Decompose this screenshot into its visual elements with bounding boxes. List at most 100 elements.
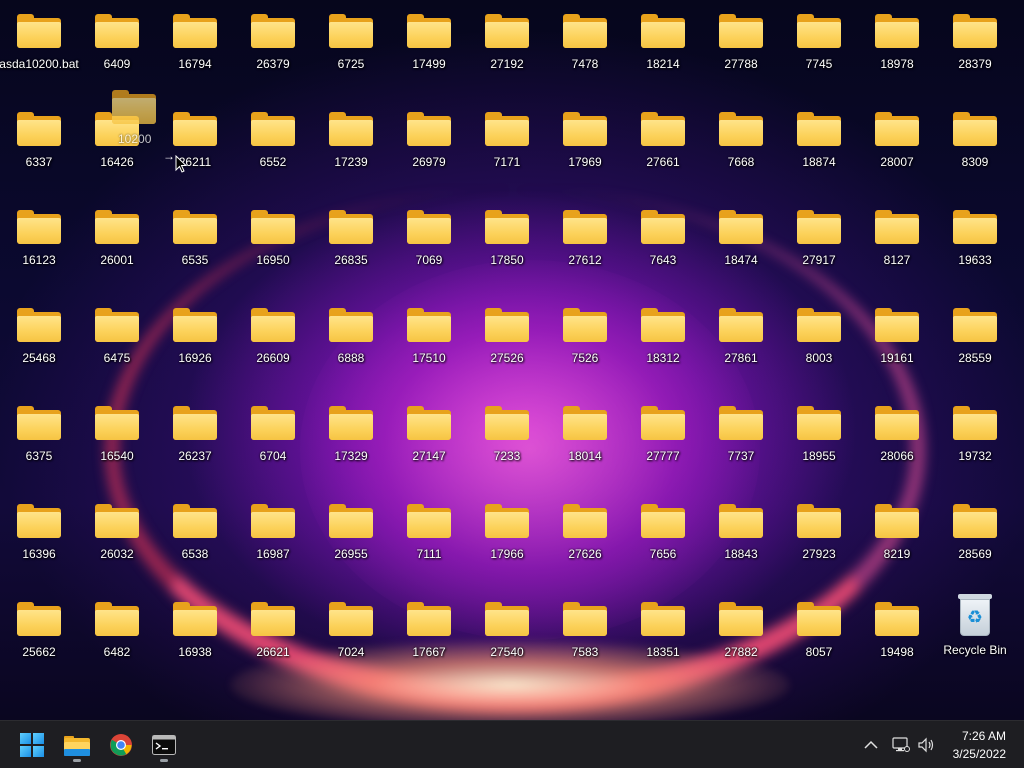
desktop-icon-folder[interactable]: 17850 bbox=[468, 198, 546, 294]
desktop-icon-folder[interactable]: 17510 bbox=[390, 296, 468, 392]
desktop-icon-folder[interactable]: asda10200.bat bbox=[0, 2, 79, 98]
desktop-icon-folder[interactable]: 27788 bbox=[702, 2, 780, 98]
desktop-icon-folder[interactable]: 18312 bbox=[624, 296, 702, 392]
desktop-icon-folder[interactable]: 26979 bbox=[390, 100, 468, 196]
desktop-icon-folder[interactable]: 19498 bbox=[858, 590, 936, 686]
desktop-icon-folder[interactable]: 16987 bbox=[234, 492, 312, 588]
desktop-icon-folder[interactable]: 7526 bbox=[546, 296, 624, 392]
chrome-button[interactable] bbox=[101, 725, 141, 765]
desktop-icon-folder[interactable]: 6888 bbox=[312, 296, 390, 392]
desktop-icon-folder[interactable]: 6409 bbox=[78, 2, 156, 98]
desktop-icon-folder[interactable]: 8057 bbox=[780, 590, 858, 686]
desktop-icon-folder[interactable]: 25468 bbox=[0, 296, 78, 392]
desktop-icon-folder[interactable]: 6538 bbox=[156, 492, 234, 588]
desktop-icon-folder[interactable]: 17667 bbox=[390, 590, 468, 686]
desktop-icon-folder[interactable]: 28569 bbox=[936, 492, 1014, 588]
terminal-button[interactable] bbox=[144, 725, 184, 765]
desktop-icon-folder[interactable]: 19732 bbox=[936, 394, 1014, 490]
desktop-icon-folder[interactable]: 17969 bbox=[546, 100, 624, 196]
desktop-icon-folder[interactable]: 7745 bbox=[780, 2, 858, 98]
desktop-icon-folder[interactable]: 27612 bbox=[546, 198, 624, 294]
desktop-icon-folder[interactable]: 27147 bbox=[390, 394, 468, 490]
desktop-icon-folder[interactable]: 27923 bbox=[780, 492, 858, 588]
folder-icon bbox=[485, 308, 529, 342]
desktop-icon-folder[interactable]: 6704 bbox=[234, 394, 312, 490]
desktop-icon-folder[interactable]: 17966 bbox=[468, 492, 546, 588]
desktop-icon-folder[interactable]: 18014 bbox=[546, 394, 624, 490]
desktop-icon-folder[interactable]: 16123 bbox=[0, 198, 78, 294]
desktop-icon-folder[interactable]: 7656 bbox=[624, 492, 702, 588]
desktop-icon-folder[interactable]: 27540 bbox=[468, 590, 546, 686]
desktop-icon-folder[interactable]: 27526 bbox=[468, 296, 546, 392]
desktop-icon-folder[interactable]: 19633 bbox=[936, 198, 1014, 294]
desktop-icon-folder[interactable]: 7643 bbox=[624, 198, 702, 294]
desktop-icon-folder[interactable]: 18351 bbox=[624, 590, 702, 686]
desktop-icon-folder[interactable]: 6725 bbox=[312, 2, 390, 98]
desktop-icon-folder[interactable]: 27661 bbox=[624, 100, 702, 196]
desktop-icon-folder[interactable]: 6475 bbox=[78, 296, 156, 392]
desktop-icon-folder[interactable]: 27882 bbox=[702, 590, 780, 686]
desktop-icon-folder[interactable]: 27917 bbox=[780, 198, 858, 294]
desktop-icon-folder[interactable]: 26609 bbox=[234, 296, 312, 392]
desktop-icon-folder[interactable]: 27626 bbox=[546, 492, 624, 588]
desktop-icon-folder[interactable]: 16950 bbox=[234, 198, 312, 294]
desktop-icon-folder[interactable]: 26955 bbox=[312, 492, 390, 588]
volume-icon[interactable] bbox=[918, 737, 936, 753]
desktop-icon-folder[interactable]: 6535 bbox=[156, 198, 234, 294]
desktop-icon-folder[interactable]: 7233 bbox=[468, 394, 546, 490]
desktop-icon-folder[interactable]: 7668 bbox=[702, 100, 780, 196]
desktop-icon-folder[interactable]: 26835 bbox=[312, 198, 390, 294]
desktop-icon-folder[interactable]: 7737 bbox=[702, 394, 780, 490]
desktop-icon-folder[interactable]: 28066 bbox=[858, 394, 936, 490]
desktop-icon-folder[interactable]: 16540 bbox=[78, 394, 156, 490]
desktop-icon-folder[interactable]: 17239 bbox=[312, 100, 390, 196]
desktop-icon-folder[interactable]: 7069 bbox=[390, 198, 468, 294]
desktop-icon-folder[interactable]: 27777 bbox=[624, 394, 702, 490]
desktop-icon-folder[interactable]: 7478 bbox=[546, 2, 624, 98]
desktop-icon-folder[interactable]: 17499 bbox=[390, 2, 468, 98]
desktop-icon-folder[interactable]: 8127 bbox=[858, 198, 936, 294]
desktop-icon-folder[interactable]: 25662 bbox=[0, 590, 78, 686]
desktop-icon-folder[interactable]: 27192 bbox=[468, 2, 546, 98]
folder-icon bbox=[17, 406, 61, 440]
desktop-icon-folder[interactable]: 16926 bbox=[156, 296, 234, 392]
desktop-icon-folder[interactable]: 26621 bbox=[234, 590, 312, 686]
chevron-up-icon[interactable] bbox=[864, 740, 878, 750]
desktop-icon-folder[interactable]: 16396 bbox=[0, 492, 78, 588]
desktop-icon-folder[interactable]: 6375 bbox=[0, 394, 78, 490]
desktop-icon-folder[interactable]: 8219 bbox=[858, 492, 936, 588]
desktop-icon-folder[interactable]: 26211 bbox=[156, 100, 234, 196]
desktop-icon-recycle-bin[interactable]: ♻ Recycle Bin bbox=[936, 590, 1014, 686]
desktop-icon-folder[interactable]: 28007 bbox=[858, 100, 936, 196]
desktop-icon-folder[interactable]: 18955 bbox=[780, 394, 858, 490]
desktop-icon-folder[interactable]: 27861 bbox=[702, 296, 780, 392]
desktop-icon-folder[interactable]: 8309 bbox=[936, 100, 1014, 196]
desktop-icon-folder[interactable]: 18874 bbox=[780, 100, 858, 196]
desktop-icon-folder[interactable]: 28379 bbox=[936, 2, 1014, 98]
desktop-icon-folder[interactable]: 26032 bbox=[78, 492, 156, 588]
desktop-icon-folder[interactable]: 6337 bbox=[0, 100, 78, 196]
desktop-icon-folder[interactable]: 7111 bbox=[390, 492, 468, 588]
desktop-icon-folder[interactable]: 7583 bbox=[546, 590, 624, 686]
desktop-icon-folder[interactable]: 8003 bbox=[780, 296, 858, 392]
start-button[interactable] bbox=[12, 725, 52, 765]
desktop-icon-folder[interactable]: 18214 bbox=[624, 2, 702, 98]
desktop-icon-folder[interactable]: 26237 bbox=[156, 394, 234, 490]
system-clock[interactable]: 7:26 AM 3/25/2022 bbox=[936, 727, 1006, 763]
desktop-icon-folder[interactable]: 16938 bbox=[156, 590, 234, 686]
desktop-icon-folder[interactable]: 18978 bbox=[858, 2, 936, 98]
file-explorer-button[interactable] bbox=[57, 725, 97, 765]
desktop-icon-folder[interactable]: 26379 bbox=[234, 2, 312, 98]
desktop-icon-folder[interactable]: 7171 bbox=[468, 100, 546, 196]
desktop-icon-folder[interactable]: 26001 bbox=[78, 198, 156, 294]
desktop-icon-folder[interactable]: 19161 bbox=[858, 296, 936, 392]
desktop-icon-folder[interactable]: 6552 bbox=[234, 100, 312, 196]
desktop-icon-folder[interactable]: 28559 bbox=[936, 296, 1014, 392]
desktop-icon-folder[interactable]: 17329 bbox=[312, 394, 390, 490]
desktop-icon-folder[interactable]: 7024 bbox=[312, 590, 390, 686]
network-icon[interactable] bbox=[892, 737, 910, 753]
desktop-icon-folder[interactable]: 6482 bbox=[78, 590, 156, 686]
desktop-icon-folder[interactable]: 18474 bbox=[702, 198, 780, 294]
desktop-icon-folder[interactable]: 16794 bbox=[156, 2, 234, 98]
desktop-icon-folder[interactable]: 18843 bbox=[702, 492, 780, 588]
